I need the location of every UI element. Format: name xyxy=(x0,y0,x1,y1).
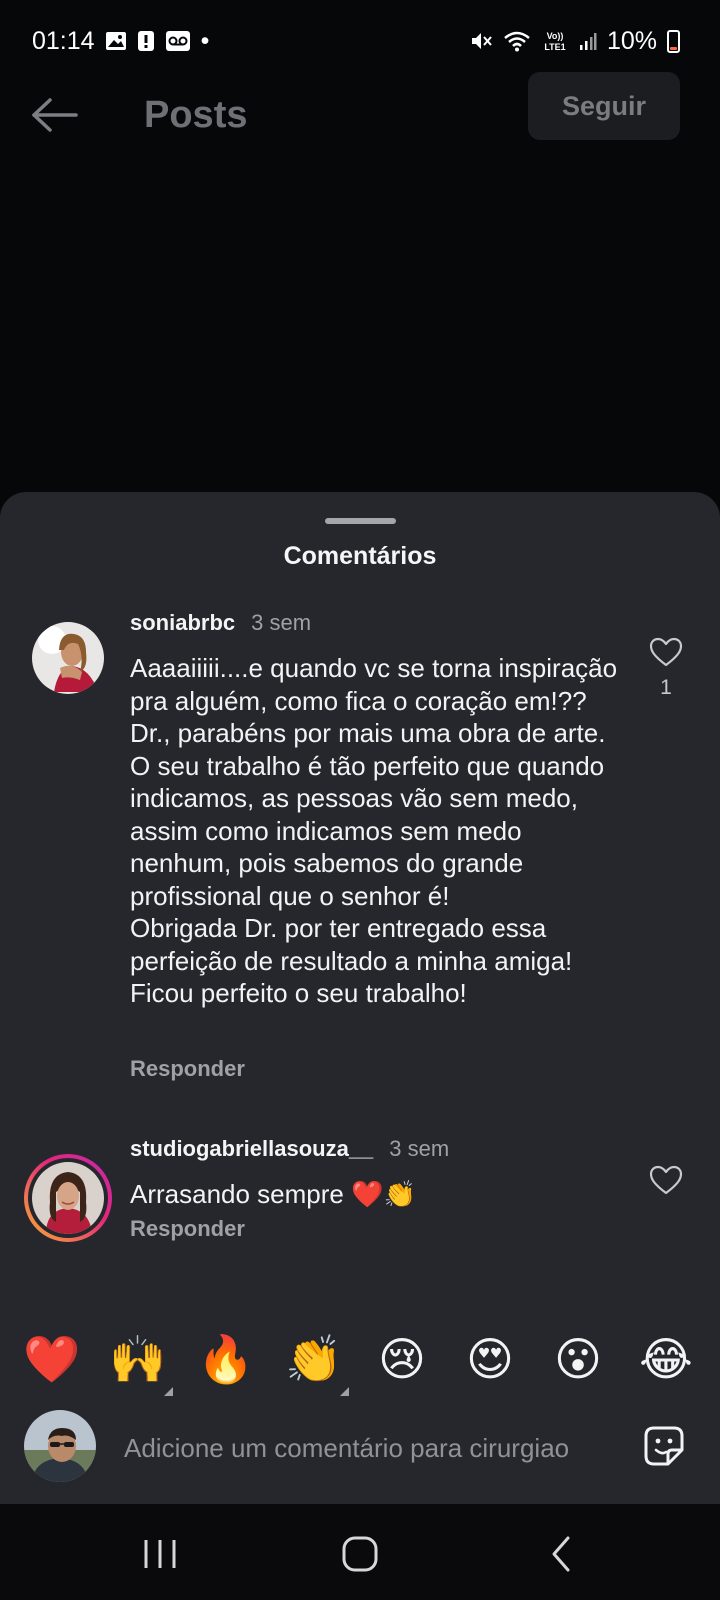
avatar xyxy=(32,1162,104,1234)
svg-text:Vo)): Vo)) xyxy=(547,31,564,41)
comment-time: 3 sem xyxy=(389,1136,450,1161)
reaction-surprised[interactable]: 😮 xyxy=(547,1328,609,1390)
skin-tone-indicator xyxy=(340,1387,349,1396)
comments-sheet: Comentários soniabrbc 3 sem Aaaaiiiii...… xyxy=(0,492,720,1504)
comment-header: studiogabriellasouza__ 3 sem xyxy=(130,1136,449,1162)
status-left: 01:14 • xyxy=(32,27,209,56)
like-count: 1 xyxy=(660,676,672,699)
reaction-clap-glyph: 👏 xyxy=(285,1332,343,1386)
comment-time: 3 sem xyxy=(251,610,312,635)
reply-button[interactable]: Responder xyxy=(130,1216,245,1242)
status-right: Vo)) LTE1 10% xyxy=(469,27,680,56)
notification-dot: • xyxy=(200,26,210,55)
comment-text: Aaaaiiiii....e quando vc se torna inspir… xyxy=(130,653,618,1008)
page-title: Posts xyxy=(144,94,248,136)
status-bar: 01:14 • Vo)) LTE1 10% xyxy=(0,0,720,82)
drag-handle[interactable] xyxy=(325,518,396,524)
comment-header: soniabrbc 3 sem xyxy=(130,610,311,636)
battery-icon xyxy=(667,29,680,53)
reaction-heart[interactable]: ❤️ xyxy=(21,1328,83,1390)
follow-button[interactable]: Seguir xyxy=(528,72,680,140)
comment-input[interactable] xyxy=(124,1428,614,1468)
back-arrow-icon[interactable] xyxy=(30,96,80,134)
app-header: Posts Seguir xyxy=(0,72,720,160)
reaction-heart-eyes[interactable]: 😍 xyxy=(459,1328,521,1390)
voicemail-icon xyxy=(165,30,191,52)
reaction-laughing[interactable]: 😂 xyxy=(635,1328,697,1390)
username[interactable]: studiogabriellasouza__ xyxy=(130,1136,373,1162)
home-icon[interactable] xyxy=(338,1532,382,1576)
gallery-icon xyxy=(105,31,127,51)
avatar-story-ring[interactable] xyxy=(24,1154,112,1242)
reply-button[interactable]: Responder xyxy=(130,1056,245,1082)
reaction-clap[interactable]: 👏 xyxy=(283,1328,349,1396)
svg-text:LTE1: LTE1 xyxy=(544,42,565,52)
sticker-icon[interactable] xyxy=(640,1422,688,1470)
reaction-fire[interactable]: 🔥 xyxy=(195,1328,257,1390)
wifi-icon xyxy=(503,30,531,52)
clock: 01:14 xyxy=(32,26,95,55)
heart-icon[interactable] xyxy=(648,1164,684,1196)
alert-icon xyxy=(137,30,155,52)
reaction-raised-hands-glyph: 🙌 xyxy=(109,1332,167,1386)
signal-icon xyxy=(579,31,597,51)
recent-apps-icon[interactable] xyxy=(138,1532,182,1576)
my-avatar xyxy=(24,1410,96,1482)
comment-composer xyxy=(0,1408,720,1488)
comment-text: Arrasando sempre ❤️👏 xyxy=(130,1179,416,1209)
volte-icon: Vo)) LTE1 xyxy=(541,29,569,53)
avatar[interactable] xyxy=(32,622,104,694)
back-icon[interactable] xyxy=(540,1532,584,1576)
quick-reactions: ❤️ 🙌 🔥 👏 😢 😍 😮 😂 xyxy=(0,1328,720,1396)
battery-percent: 10% xyxy=(606,26,657,55)
reaction-raised-hands[interactable]: 🙌 xyxy=(107,1328,173,1396)
heart-icon[interactable] xyxy=(648,636,684,668)
system-nav-bar xyxy=(0,1504,720,1600)
sheet-title: Comentários xyxy=(283,542,437,570)
skin-tone-indicator xyxy=(164,1387,173,1396)
reaction-crying[interactable]: 😢 xyxy=(371,1328,433,1390)
username[interactable]: soniabrbc xyxy=(130,610,235,636)
mute-icon xyxy=(469,30,493,52)
